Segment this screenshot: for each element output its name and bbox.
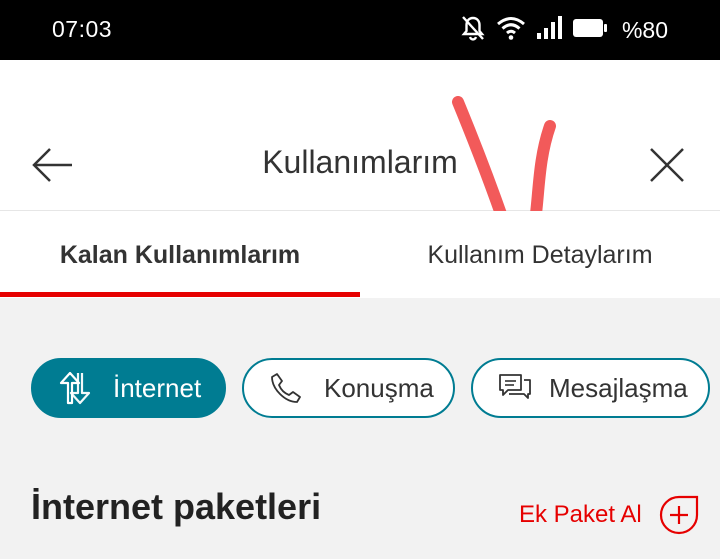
filter-internet-label: İnternet bbox=[113, 372, 202, 403]
ek-paket-al-button[interactable]: Ek Paket Al bbox=[519, 494, 700, 536]
ek-paket-al-label: Ek Paket Al bbox=[519, 501, 642, 528]
close-icon bbox=[650, 148, 684, 182]
tab-bar: Kalan Kullanımlarım Kullanım Detaylarım bbox=[0, 211, 720, 298]
filter-mesajlasma-label: Mesajlaşma bbox=[549, 372, 688, 403]
filter-konusma-label: Konuşma bbox=[324, 372, 434, 403]
filter-internet[interactable]: İnternet bbox=[31, 358, 226, 418]
phone-icon bbox=[266, 368, 306, 408]
signal-icon bbox=[536, 15, 562, 45]
status-time: 07:03 bbox=[52, 16, 113, 42]
close-button[interactable] bbox=[645, 143, 689, 187]
page-title: Kullanımlarım bbox=[262, 144, 458, 180]
tab-kalan-kullanimlarim[interactable]: Kalan Kullanımlarım bbox=[0, 211, 390, 298]
data-transfer-icon bbox=[55, 368, 95, 408]
battery-icon bbox=[572, 18, 608, 43]
tab-kullanim-detaylarim[interactable]: Kullanım Detaylarım bbox=[360, 211, 720, 298]
message-icon bbox=[495, 368, 535, 408]
active-tab-indicator bbox=[0, 292, 360, 297]
filter-mesajlasma[interactable]: Mesajlaşma bbox=[471, 358, 710, 418]
section-title: İnternet paketleri bbox=[31, 486, 322, 527]
battery-percent: %80 bbox=[621, 16, 668, 43]
notifications-off-icon bbox=[460, 14, 486, 47]
wifi-icon bbox=[496, 15, 526, 46]
status-icons: %80 bbox=[460, 14, 668, 46]
app-header: Kullanımlarım bbox=[0, 60, 720, 252]
filter-konusma[interactable]: Konuşma bbox=[242, 358, 455, 418]
status-bar: 07:03 %80 bbox=[0, 0, 720, 60]
add-circle-icon bbox=[659, 495, 698, 535]
